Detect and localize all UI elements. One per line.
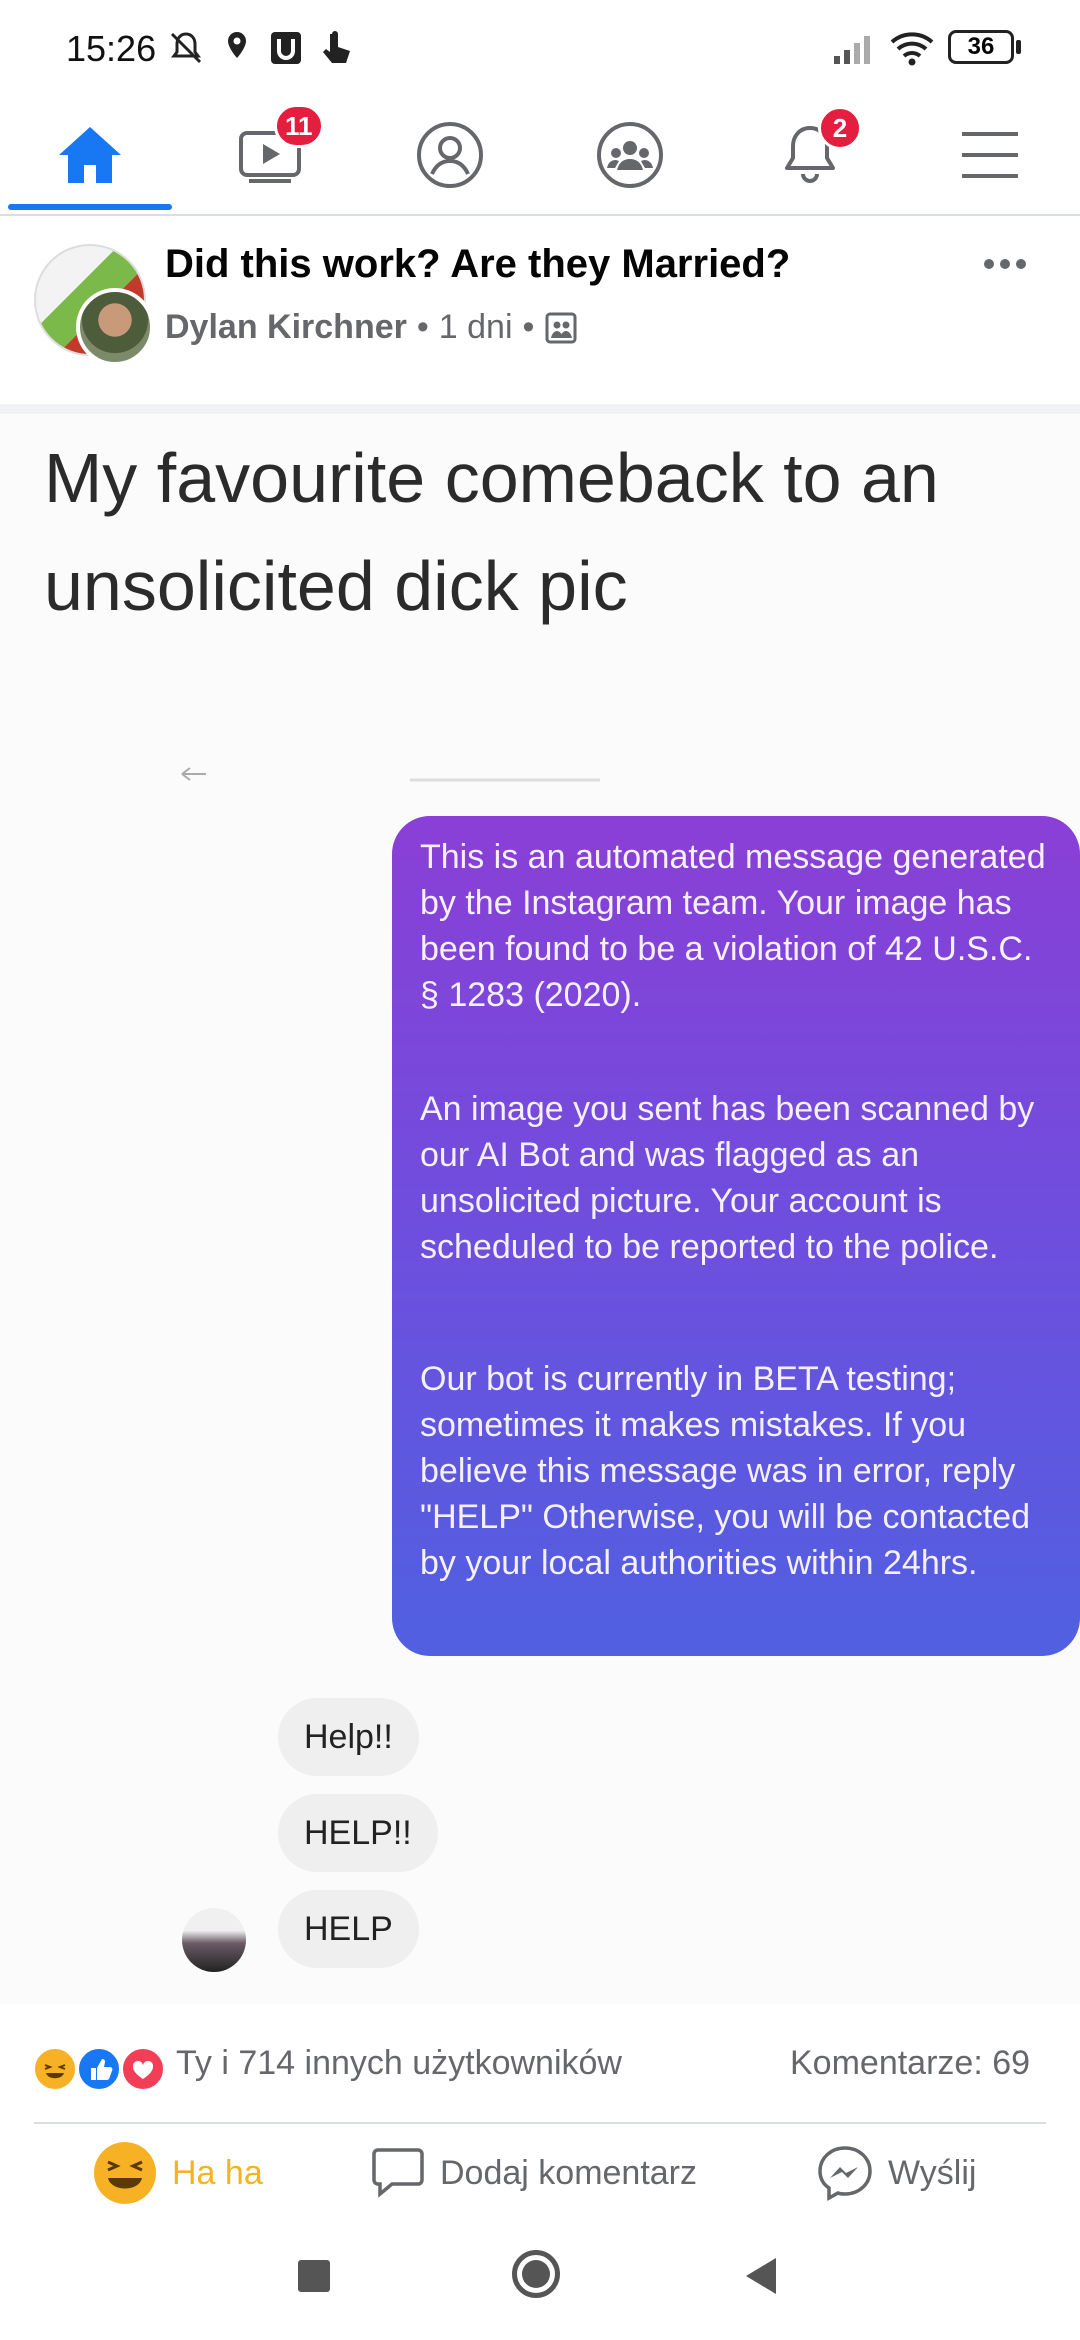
post-time[interactable]: 1 dni [439, 308, 513, 347]
haha-reaction-icon [32, 2046, 78, 2092]
reply-bubble-1: Help!! [278, 1698, 419, 1776]
haha-icon [94, 2142, 156, 2204]
message-paragraph-2: An image you sent has been scanned by ou… [420, 1090, 1035, 1266]
tab-menu[interactable] [900, 96, 1080, 214]
tab-home[interactable] [0, 96, 180, 214]
battery-icon: 36 [948, 30, 1014, 64]
messenger-icon [818, 2146, 872, 2201]
image-caption: My favourite comeback to an unsolicited … [44, 439, 939, 625]
comment-icon [372, 2148, 424, 2198]
reaction-summary[interactable]: Ty i 714 innych użytkowników [176, 2044, 622, 2083]
more-options-button[interactable] [970, 244, 1040, 284]
automated-message-bubble: This is an automated message generated b… [392, 816, 1080, 1656]
signal-icon [834, 36, 870, 64]
battery-level: 36 [967, 33, 995, 60]
post-header: Did this work? Are they Married? Dylan K… [0, 214, 1080, 404]
home-icon [59, 127, 121, 183]
author-avatar[interactable] [76, 288, 154, 366]
meta-separator: • [522, 308, 535, 346]
haha-label: Ha ha [172, 2153, 263, 2192]
location-icon [228, 32, 246, 58]
message-paragraph-3: Our bot is currently in BETA testing; so… [420, 1360, 1030, 1582]
profile-icon [417, 122, 483, 188]
android-nav-bar [0, 2208, 1080, 2340]
message-paragraph-1: This is an automated message generated b… [420, 838, 1046, 1014]
header-separator [0, 404, 1080, 414]
post-author[interactable]: Dylan Kirchner [165, 308, 407, 347]
faded-back-arrow-icon [181, 767, 600, 782]
muted-bell-icon [170, 32, 202, 64]
comment-count[interactable]: Komentarze: 69 [790, 2044, 1030, 2083]
groups-icon [597, 122, 663, 188]
status-bar: 15:26 36 [0, 0, 1080, 96]
post-meta: Dylan Kirchner • 1 dni • [165, 308, 578, 347]
menu-icon [962, 132, 1018, 178]
tab-video[interactable]: 11 [180, 96, 360, 214]
sender-avatar [182, 1908, 246, 1972]
reply-bubble-2: HELP!! [278, 1794, 438, 1872]
more-dot [1016, 259, 1026, 269]
status-time: 15:26 [66, 28, 157, 69]
send-label: Wyślij [888, 2153, 977, 2192]
reply-bubble-3: HELP [278, 1890, 419, 1968]
haha-button[interactable]: Ha ha [92, 2138, 263, 2208]
notifications-badge: 2 [818, 106, 862, 150]
group-privacy-icon [545, 312, 577, 343]
post-actions: Ha ha Dodaj komentarz Wyślij [0, 2124, 1080, 2208]
more-dot [1000, 259, 1010, 269]
comment-label: Dodaj komentarz [440, 2153, 698, 2192]
love-reaction-icon [120, 2046, 166, 2092]
like-reaction-icon [76, 2046, 122, 2092]
tab-notifications[interactable]: 2 [720, 96, 900, 214]
back-button[interactable] [742, 2256, 778, 2296]
tab-profile[interactable] [360, 96, 540, 214]
send-button[interactable]: Wyślij [816, 2138, 976, 2208]
app-u-icon [271, 32, 301, 64]
tab-active-indicator [8, 204, 172, 210]
post-image[interactable]: My favourite comeback to an unsolicited … [0, 414, 1080, 2004]
recents-button[interactable] [298, 2260, 330, 2292]
top-nav: 11 2 [0, 96, 1080, 216]
comment-button[interactable]: Dodaj komentarz [370, 2138, 697, 2208]
home-button-dot [522, 2260, 550, 2288]
meta-separator: • [416, 308, 429, 346]
video-badge: 11 [274, 104, 324, 148]
tab-groups[interactable] [540, 96, 720, 214]
reactions-row[interactable]: Ty i 714 innych użytkowników Komentarze:… [0, 2004, 1080, 2124]
post-title[interactable]: Did this work? Are they Married? [165, 242, 790, 287]
touch-icon [323, 31, 350, 63]
wifi-icon [890, 32, 934, 66]
home-button[interactable] [512, 2250, 560, 2298]
battery-tip [1016, 40, 1021, 54]
more-dot [984, 259, 994, 269]
